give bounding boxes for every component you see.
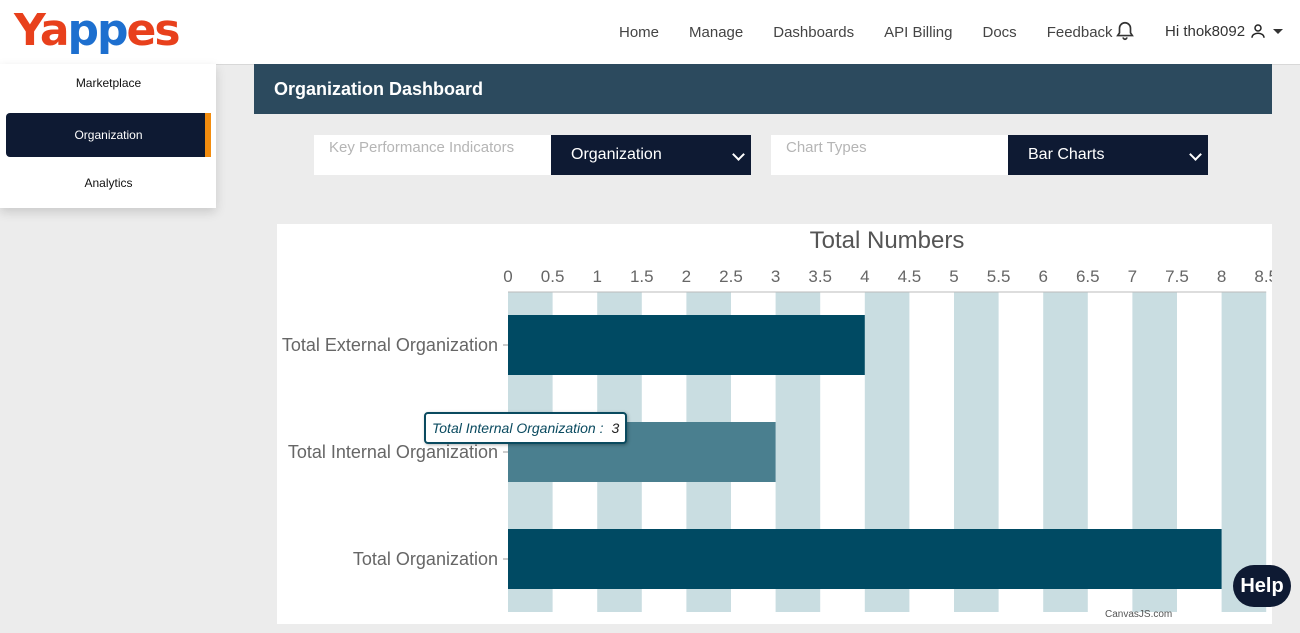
x-tick-label: 4 [860,267,869,286]
chevron-down-icon [1189,148,1202,161]
nav-manage-link[interactable]: Manage [689,24,743,41]
nav-feedback-link[interactable]: Feedback [1047,24,1113,41]
x-tick-label: 5.5 [987,267,1011,286]
kpi-label: Key Performance Indicators [329,139,515,156]
kpi-select-value: Organization [571,146,662,163]
grid-stripe [1221,292,1267,612]
user-menu[interactable]: Hi thok8092 [1165,22,1284,40]
top-navbar: Yappes Home Manage Dashboards API Billin… [0,0,1300,65]
x-tick-label: 0 [503,267,512,286]
chevron-down-icon [732,148,745,161]
tooltip-label: Total Internal Organization : [432,420,604,436]
nav-api-billing-link[interactable]: API Billing [884,24,952,41]
bell-icon[interactable] [1114,20,1136,42]
chart-title: Total Numbers [810,227,965,254]
sidebar-item-label: Organization [74,128,143,142]
chevron-down-icon [1273,28,1284,34]
x-tick-label: 6 [1038,267,1047,286]
x-tick-label: 8 [1217,267,1226,286]
x-tick-label: 1 [592,267,601,286]
x-tick-label: 3.5 [808,267,832,286]
category-label: Total External Organization [282,335,498,355]
bar [508,315,865,375]
active-indicator [205,113,211,157]
x-tick-label: 2 [682,267,691,286]
x-tick-label: 5 [949,267,958,286]
sidebar-item-label: Marketplace [75,76,142,90]
user-icon [1251,24,1265,38]
user-greeting: Hi thok8092 [1165,22,1246,40]
sidebar-item-marketplace[interactable]: Marketplace [6,61,211,105]
chart-credit[interactable]: CanvasJS.com [1105,609,1172,620]
chart-tooltip: Total Internal Organization : 3 [424,412,628,444]
nav-dashboards-link[interactable]: Dashboards [773,24,854,41]
chart-type-select-value: Bar Charts [1028,146,1105,163]
chart-type-label: Chart Types [786,139,867,156]
help-button[interactable]: Help [1233,565,1291,607]
kpi-select[interactable]: Organization [551,135,751,175]
category-label: Total Internal Organization [288,442,498,462]
chart-type-field: Chart Types [771,135,1008,175]
x-tick-label: 7.5 [1165,267,1189,286]
x-tick-label: 0.5 [541,267,565,286]
nav-home-link[interactable]: Home [619,24,659,41]
x-tick-label: 6.5 [1076,267,1100,286]
x-tick-label: 1.5 [630,267,654,286]
yappes-logo[interactable]: Yappes [14,6,181,56]
kpi-field: Key Performance Indicators [314,135,551,175]
sidebar-item-organization[interactable]: Organization [6,113,211,157]
x-tick-label: 7 [1128,267,1137,286]
chart-type-select[interactable]: Bar Charts [1008,135,1208,175]
page-title: Organization Dashboard [254,64,1272,114]
category-label: Total Organization [353,549,498,569]
sidebar-item-analytics[interactable]: Analytics [6,161,211,205]
bar [508,529,1222,589]
sidebar: Marketplace Organization Analytics [0,64,216,208]
x-tick-label: 8.5 [1254,267,1272,286]
x-tick-label: 3 [771,267,780,286]
nav-docs-link[interactable]: Docs [983,24,1017,41]
tooltip-value: 3 [611,420,620,436]
x-tick-label: 2.5 [719,267,743,286]
nav-links: Home Manage Dashboards API Billing Docs … [619,0,1143,64]
sidebar-item-label: Analytics [84,176,133,190]
x-tick-label: 4.5 [898,267,922,286]
